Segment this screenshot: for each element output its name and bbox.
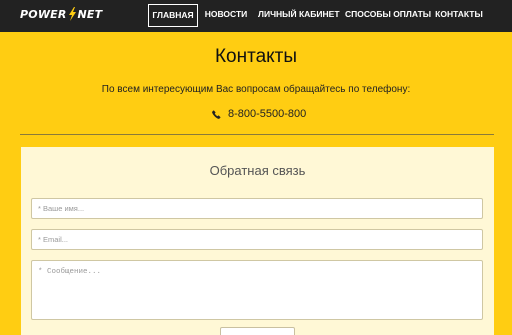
logo-text-right: NET <box>77 7 103 21</box>
phone-number: 8-800-5500-800 <box>228 108 307 120</box>
message-textarea[interactable] <box>31 260 483 320</box>
page-title: Контакты <box>214 46 298 67</box>
phone-contact[interactable]: 8-800-5500-800 <box>212 108 306 120</box>
name-input[interactable] <box>31 198 483 219</box>
nav-item-news[interactable]: НОВОСТИ <box>204 4 248 27</box>
nav-item-account[interactable]: ЛИЧНЫЙ КАБИНЕТ <box>258 4 340 27</box>
phone-icon <box>212 110 221 119</box>
navbar: POWER NET ГЛАВНАЯ НОВОСТИ ЛИЧНЫЙ КАБИНЕТ… <box>0 0 512 32</box>
feedback-title: Обратная связь <box>209 163 306 178</box>
logo-text-left: POWER <box>20 7 67 21</box>
email-input[interactable] <box>31 229 483 250</box>
nav-item-contacts[interactable]: КОНТАКТЫ <box>434 4 484 27</box>
lightning-bolt-icon <box>68 7 77 21</box>
nav-item-home[interactable]: ГЛАВНАЯ <box>148 4 198 27</box>
submit-button[interactable] <box>220 327 295 335</box>
section-divider <box>20 134 494 135</box>
feedback-panel: Обратная связь <box>21 147 494 335</box>
nav-item-payment[interactable]: СПОСОБЫ ОПЛАТЫ <box>345 4 431 27</box>
page-subtitle: По всем интересующим Вас вопросам обраща… <box>101 84 411 95</box>
logo[interactable]: POWER NET <box>20 7 102 21</box>
